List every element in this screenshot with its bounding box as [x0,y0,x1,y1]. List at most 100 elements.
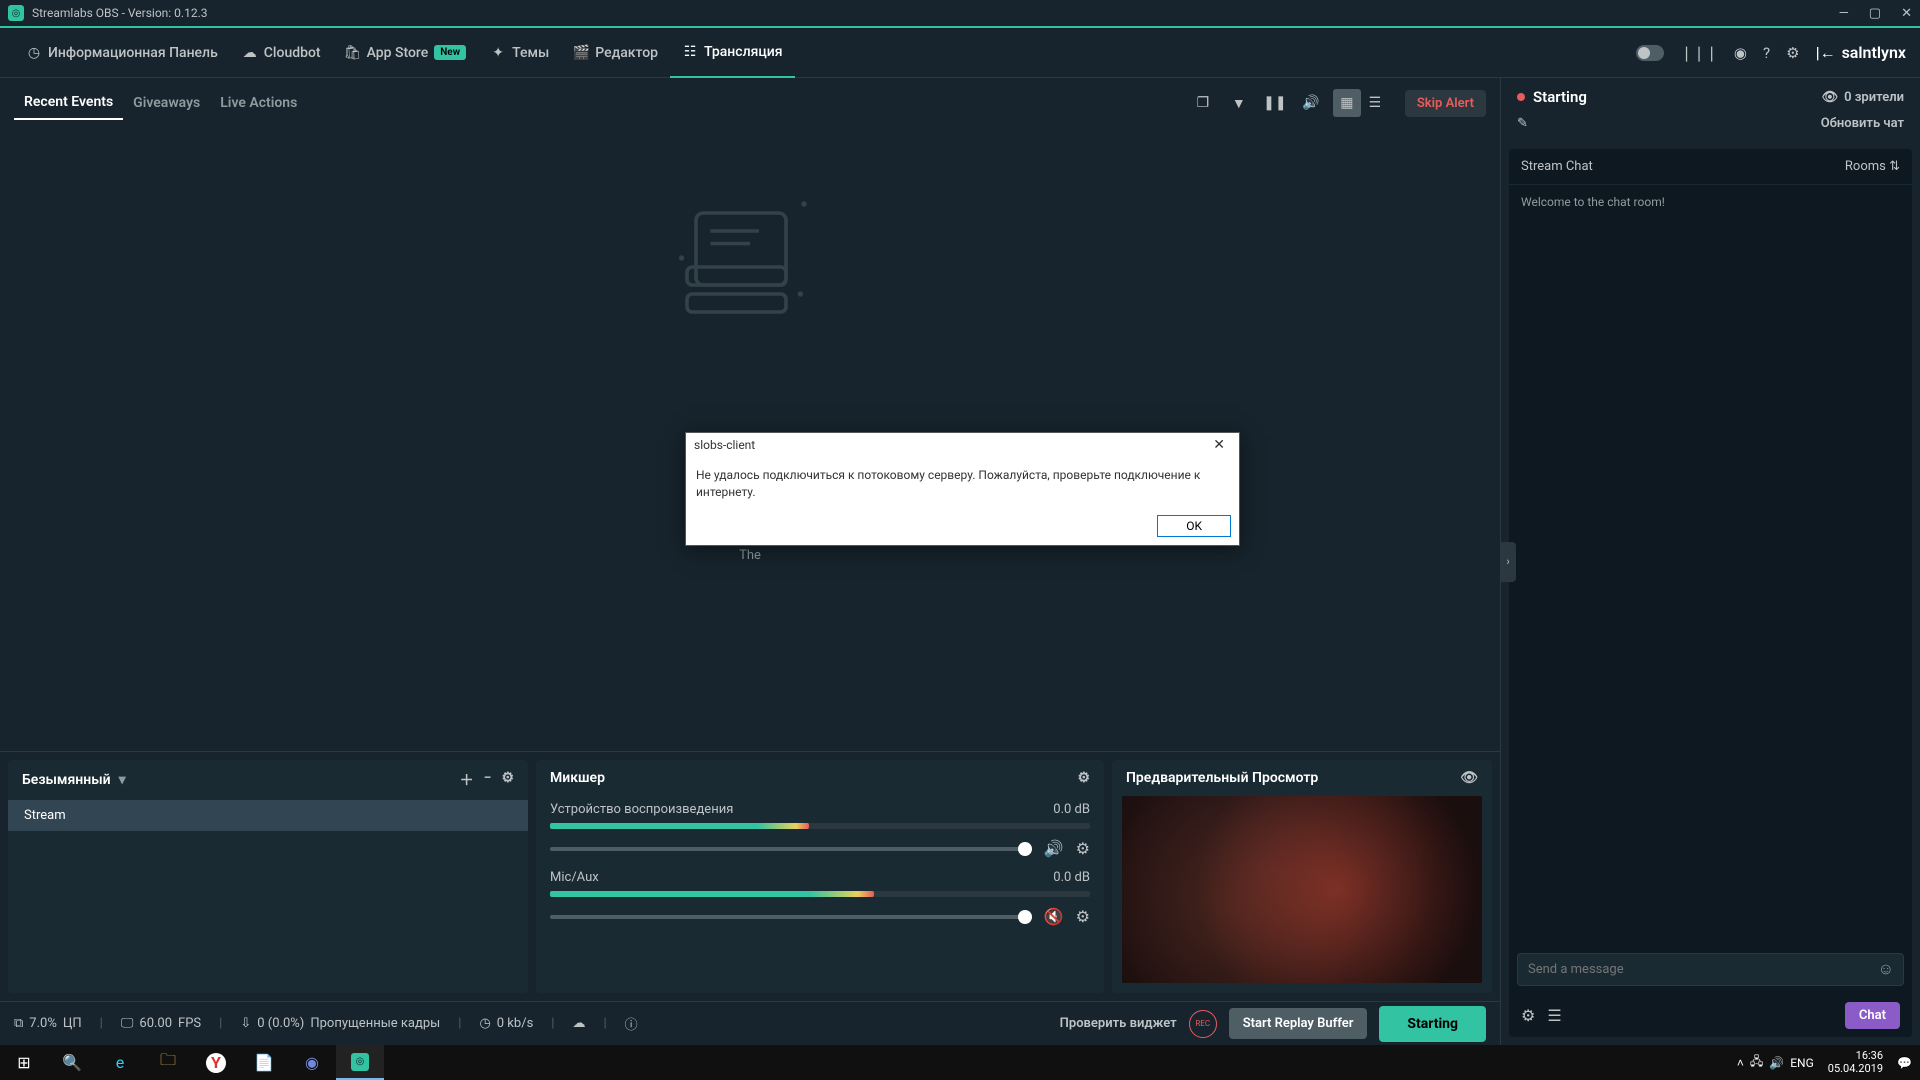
muted-icon[interactable]: 🔇 [1044,907,1064,926]
chat-users-icon[interactable]: ☰ [1547,1006,1561,1025]
scene-name[interactable]: Безымянный [22,772,111,788]
gauge-icon: ◷ [26,45,42,61]
user-menu[interactable]: |← salntlynx [1816,43,1906,63]
remove-source-icon[interactable]: − [484,770,492,790]
info-icon[interactable]: ⓘ [625,1014,638,1033]
nav-dashboard[interactable]: ◷ Информационная Панель [14,28,230,78]
rooms-dropdown[interactable]: Rooms ⇅ [1845,159,1900,174]
shield-icon[interactable]: ◉ [1734,44,1747,62]
go-live-button[interactable]: Starting [1379,1006,1486,1042]
download-icon: ⇩ [240,1016,251,1031]
mute-icon[interactable]: 🔊 [1044,839,1064,858]
new-badge: New [434,45,466,60]
replay-buffer-button[interactable]: Start Replay Buffer [1229,1008,1368,1039]
preview-title: Предварительный Просмотр [1126,770,1318,786]
nav-label: Информационная Панель [48,45,218,61]
skip-alert-button[interactable]: Skip Alert [1405,90,1486,117]
emoji-icon[interactable]: ☺ [1878,959,1894,979]
fps-stat: 🖵 60.00 FPS [121,1016,201,1031]
nav-live[interactable]: ☷ Трансляция [670,28,795,78]
tab-giveaways[interactable]: Giveaways [123,87,210,119]
layout-list-icon[interactable]: ☰ [1361,89,1389,117]
display-icon: 🖵 [121,1016,134,1031]
minimize-icon[interactable]: — [1839,6,1849,21]
chat-settings-icon[interactable]: ⚙ [1521,1006,1535,1025]
edit-icon[interactable]: ✎ [1517,116,1528,131]
mixer-db: 0.0 dB [1053,802,1090,817]
clapper-icon: 🎬 [573,45,589,61]
layout-grid-icon[interactable]: ▦ [1333,89,1361,117]
mixer-item-settings-icon[interactable]: ⚙ [1076,839,1090,858]
visibility-icon[interactable]: 👁 [1460,770,1478,786]
explorer-icon[interactable]: 🗀 [144,1045,192,1080]
tray-expand-icon[interactable]: ˄ [1737,1056,1744,1070]
discord-icon[interactable]: ◉ [288,1045,336,1080]
viewer-count: 👁 0 зрители [1822,90,1904,105]
close-icon[interactable]: ✕ [1901,6,1912,21]
record-button[interactable]: REC [1189,1010,1217,1038]
tray-network-icon[interactable]: 🖧 [1750,1052,1763,1073]
popout-icon[interactable]: ❐ [1189,89,1217,117]
slobs-taskbar-icon[interactable]: ◎ [336,1045,384,1080]
mixer-source-name: Mic/Aux [550,870,599,885]
preview-viewport[interactable] [1122,796,1482,983]
nav-label: Темы [512,45,549,61]
nav-label: Cloudbot [264,45,321,61]
settings-icon[interactable]: ⚙ [1786,44,1799,62]
chat-input[interactable] [1517,953,1904,986]
mixer-row-desktop: Устройство воспроизведения 0.0 dB 🔊 ⚙ [536,796,1104,864]
tray-lang[interactable]: ENG [1790,1056,1814,1070]
titlebar-title: Streamlabs OBS - Version: 0.12.3 [32,6,1839,20]
maximize-icon[interactable]: ▢ [1869,6,1881,21]
search-icon[interactable]: 🔍 [48,1045,96,1080]
tray-volume-icon[interactable]: 🔊 [1769,1056,1784,1070]
sources-settings-icon[interactable]: ⚙ [501,770,514,790]
audio-meter [550,823,1090,829]
refresh-chat-link[interactable]: Обновить чат [1821,116,1904,131]
volume-icon[interactable]: 🔊 [1297,89,1325,117]
wand-icon: ✦ [490,45,506,61]
tab-recent-events[interactable]: Recent Events [14,86,123,120]
nav-themes[interactable]: ✦ Темы [478,28,561,78]
start-button[interactable]: ⊞ [0,1045,48,1080]
bars-icon[interactable]: ❘❘❘ [1680,44,1718,62]
cpu-stat: ⧉ 7.0% ЦП [14,1016,82,1031]
right-sidebar: › Starting 👁 0 зрители ✎ Обновить чат St… [1500,78,1920,1045]
chat-send-button[interactable]: Chat [1845,1002,1900,1029]
bag-icon: 🛍 [345,45,361,61]
collapse-chat-icon[interactable]: › [1500,542,1516,582]
dialog-close-icon[interactable]: ✕ [1207,437,1231,453]
notifications-icon[interactable]: 💬 [1897,1056,1912,1070]
help-icon[interactable]: ? [1763,44,1770,62]
audio-meter [550,891,1090,897]
volume-slider[interactable] [550,915,1032,919]
volume-slider[interactable] [550,847,1032,851]
main-nav: ◷ Информационная Панель ☁ Cloudbot 🛍 App… [0,28,1920,78]
clock-icon: ◷ [479,1016,490,1031]
filter-icon[interactable]: ▼ [1225,89,1253,117]
nav-appstore[interactable]: 🛍 App Store New [333,28,478,78]
chat-title: Stream Chat [1521,159,1593,174]
edge-icon[interactable]: e [96,1045,144,1080]
mixer-settings-icon[interactable]: ⚙ [1077,770,1090,786]
eye-icon: 👁 [1822,90,1839,105]
check-widget-link[interactable]: Проверить виджет [1060,1016,1177,1031]
app-icon-1[interactable]: 📄 [240,1045,288,1080]
source-row[interactable]: Stream [8,800,528,831]
dialog-ok-button[interactable]: OK [1157,515,1231,537]
preview-panel: Предварительный Просмотр 👁 [1112,760,1492,993]
add-source-icon[interactable]: ＋ [460,770,474,790]
username-label: salntlynx [1842,43,1906,62]
bitrate-stat: ◷ 0 kb/s [479,1016,533,1031]
yandex-icon[interactable]: Y [192,1045,240,1080]
cloud-status-icon[interactable]: ☁ [572,1016,585,1031]
tray-clock[interactable]: 16:36 05.04.2019 [1828,1050,1883,1074]
pause-icon[interactable]: ❚❚ [1261,89,1289,117]
nav-cloudbot[interactable]: ☁ Cloudbot [230,28,333,78]
tab-live-actions[interactable]: Live Actions [210,87,307,119]
night-toggle[interactable] [1636,45,1664,61]
scene-dropdown-icon[interactable]: ▾ [119,772,126,788]
mixer-item-settings-icon[interactable]: ⚙ [1076,907,1090,926]
nav-editor[interactable]: 🎬 Редактор [561,28,670,78]
status-bar: ⧉ 7.0% ЦП | 🖵 60.00 FPS | ⇩ 0 (0.0%) Про… [0,1001,1500,1045]
